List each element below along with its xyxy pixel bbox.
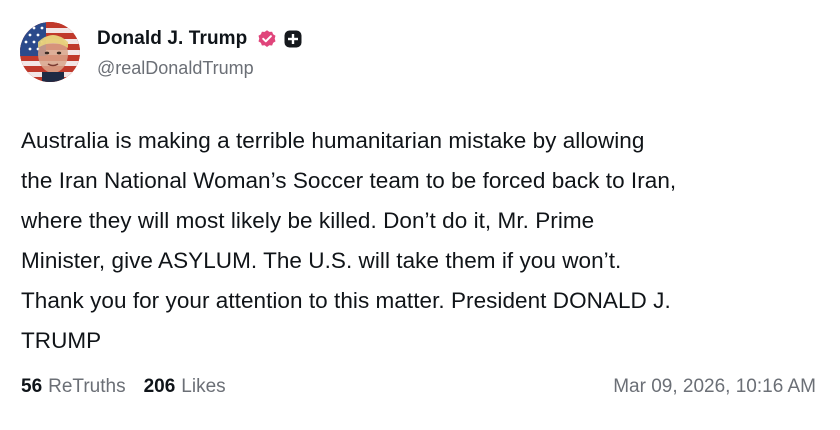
author-handle[interactable]: @realDonaldTrump <box>97 58 254 79</box>
profile-avatar-image <box>20 22 80 82</box>
verified-badge-icon <box>257 29 277 49</box>
post-card: Donald J. Trump @realDonaldTrump Austral… <box>0 0 840 430</box>
author-display-name[interactable]: Donald J. Trump <box>97 28 247 50</box>
author-name-row: Donald J. Trump <box>97 27 303 51</box>
retruths-stat[interactable]: 56 ReTruths <box>21 376 126 398</box>
avatar[interactable] <box>20 22 80 82</box>
post-text: Australia is making a terrible humanitar… <box>21 128 677 353</box>
likes-stat[interactable]: 206 Likes <box>144 376 226 398</box>
likes-count: 206 <box>143 376 176 397</box>
retruths-label: ReTruths <box>48 376 126 397</box>
retruths-count: 56 <box>21 376 43 397</box>
plus-badge-icon <box>283 29 303 49</box>
likes-label: Likes <box>181 376 226 397</box>
post-timestamp[interactable]: Mar 09, 2026, 10:16 AM <box>613 376 816 398</box>
post-footer: 56 ReTruths 206 Likes Mar 09, 2026, 10:1… <box>21 373 816 401</box>
